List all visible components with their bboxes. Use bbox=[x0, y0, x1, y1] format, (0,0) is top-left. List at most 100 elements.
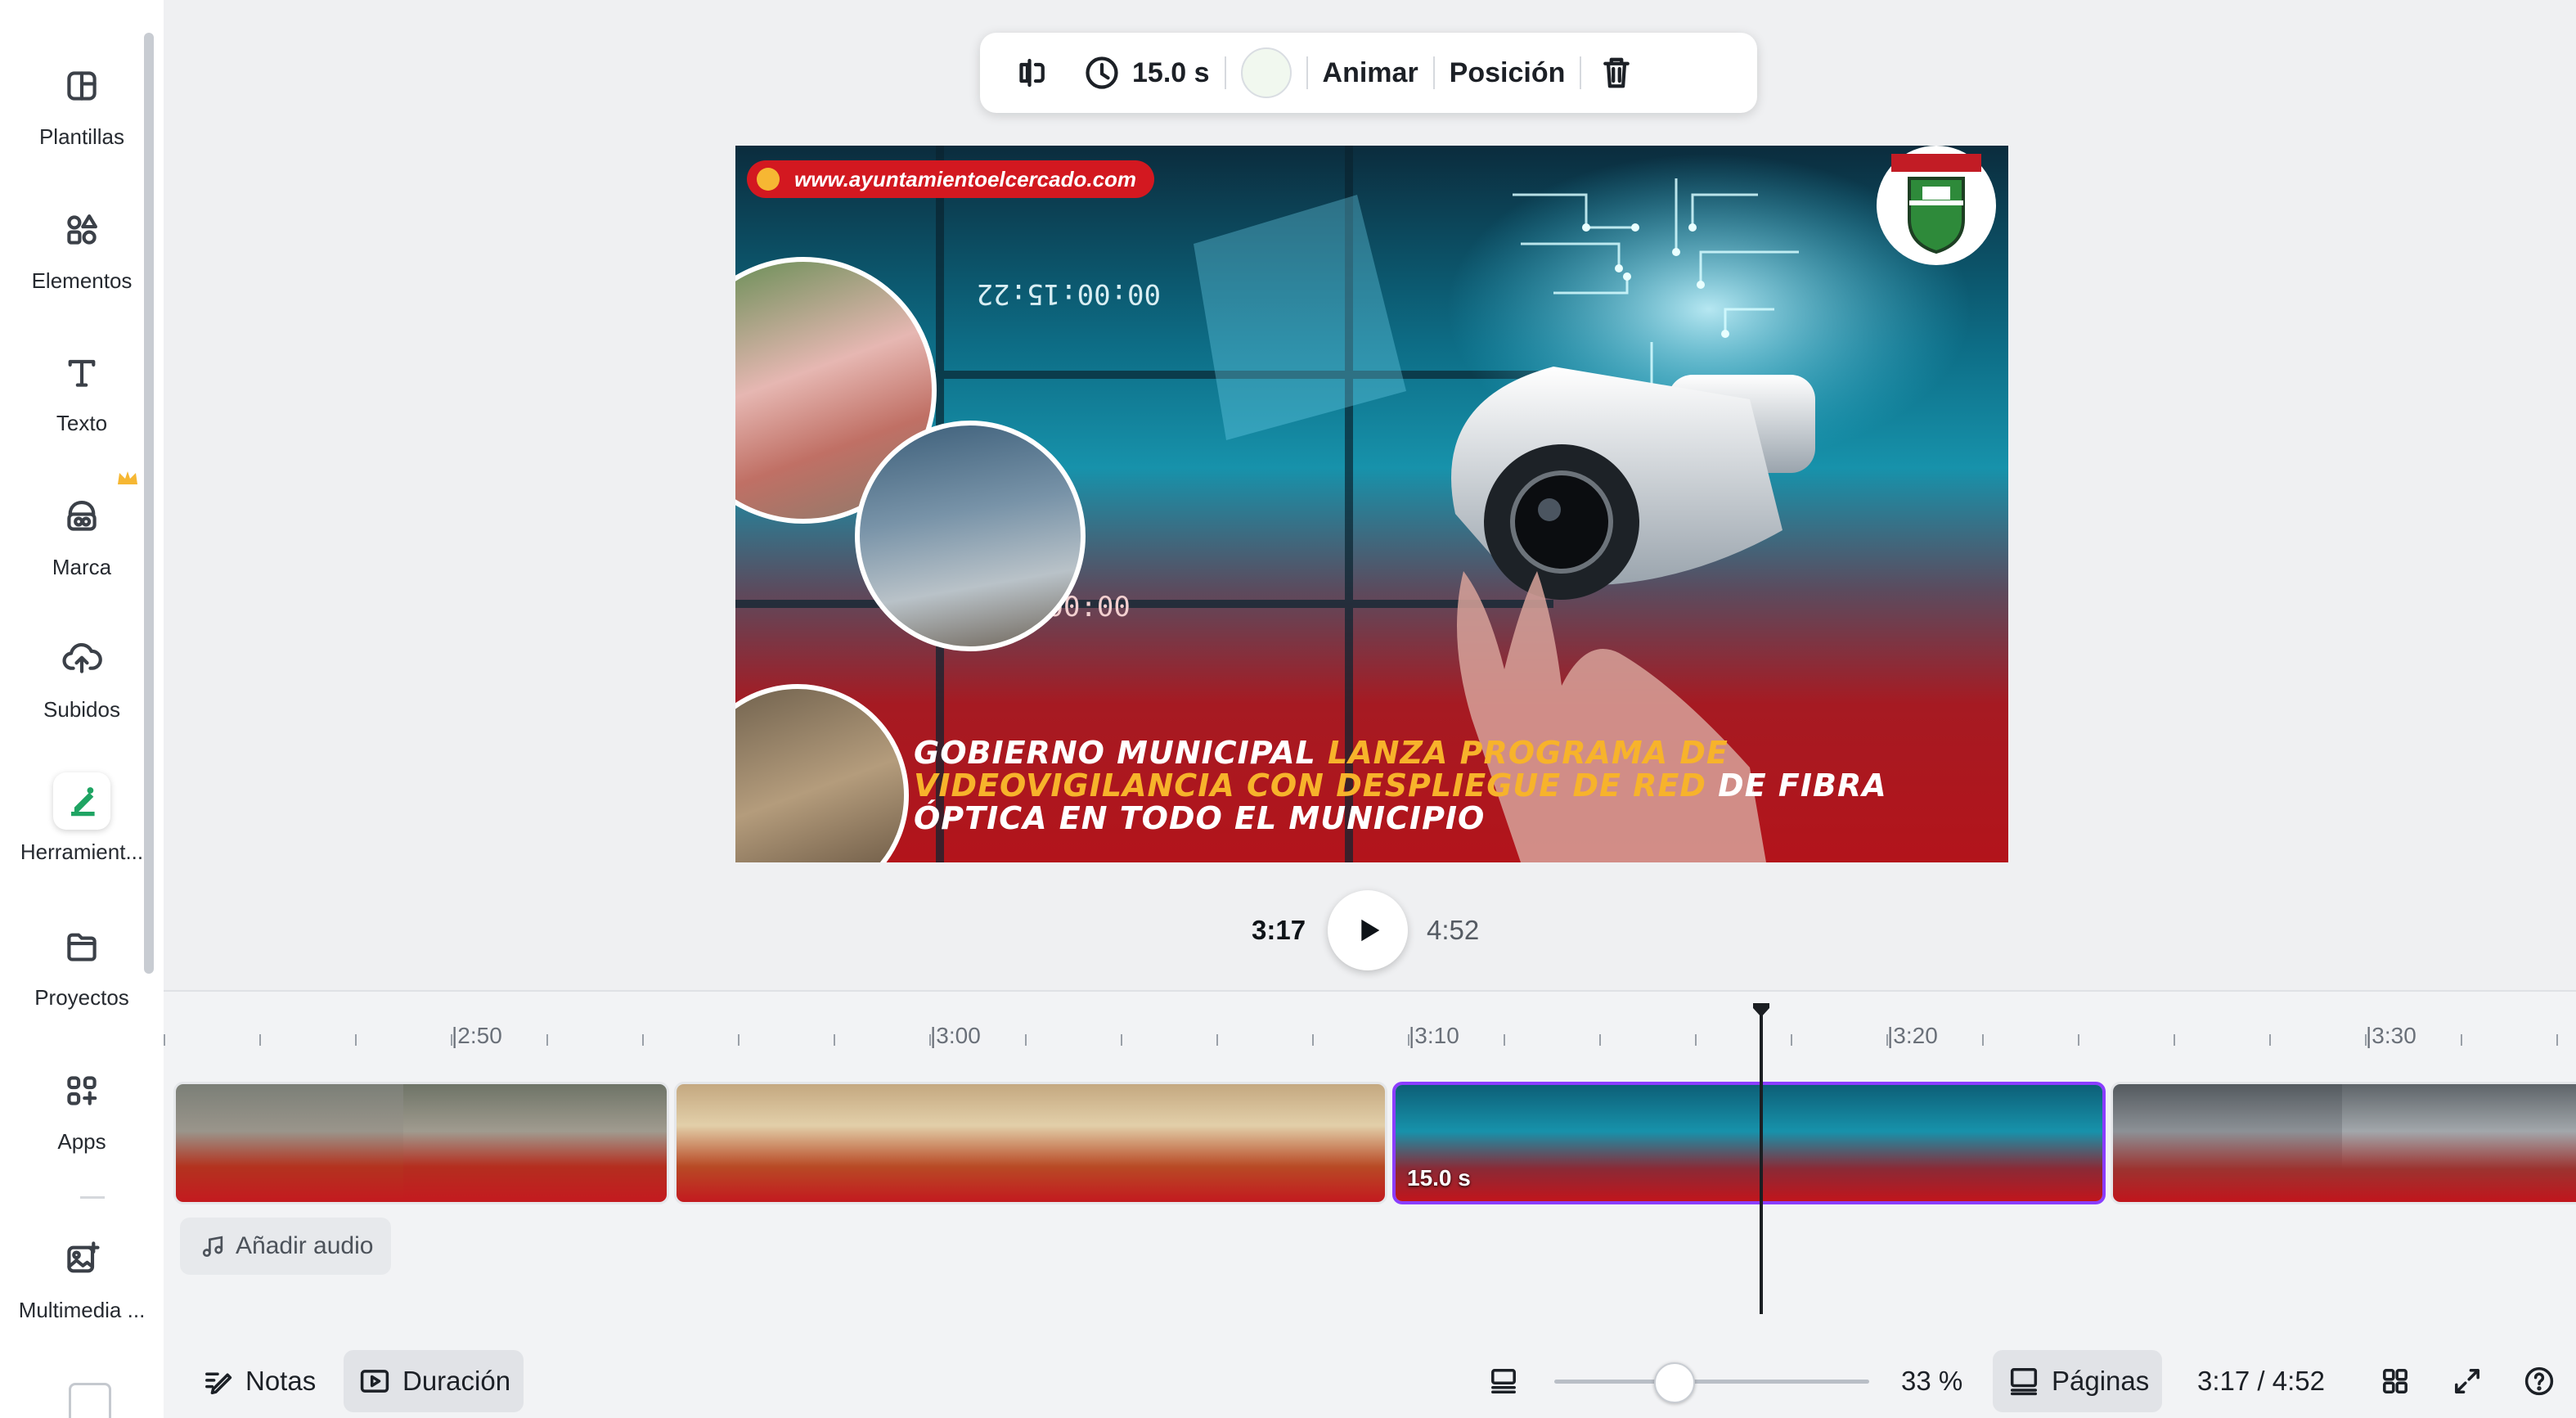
timeline-tick bbox=[546, 1034, 548, 1046]
position-button[interactable]: Posición bbox=[1435, 33, 1580, 113]
play-icon bbox=[1361, 919, 1380, 942]
screen-timestamp: 00:00:15:22 bbox=[977, 277, 1161, 310]
tools-icon bbox=[53, 772, 110, 830]
sidebar-item-label: Plantillas bbox=[38, 124, 125, 149]
clip-frame bbox=[1870, 1085, 2102, 1201]
sidebar-item-templates[interactable]: Plantillas bbox=[0, 57, 164, 180]
text-icon bbox=[53, 344, 110, 401]
animate-button[interactable]: Animar bbox=[1308, 33, 1433, 113]
timeline-tick bbox=[1312, 1034, 1314, 1046]
sidebar-item-label: Herramient... bbox=[20, 840, 144, 864]
folder-icon bbox=[53, 918, 110, 975]
sidebar-item-brand[interactable]: Marca bbox=[0, 488, 164, 610]
sidebar-item-projects[interactable]: Proyectos bbox=[0, 918, 164, 1041]
timeline-tick bbox=[1025, 1034, 1027, 1046]
design-page[interactable]: 00:00:15:22 :00:00 www.ayuntamientoelcer… bbox=[735, 146, 2008, 862]
help-button[interactable] bbox=[2508, 1350, 2570, 1412]
timeline-tick-label: |3:10 bbox=[1409, 1023, 1459, 1048]
image-icon[interactable] bbox=[69, 1383, 111, 1418]
bottom-bar: Notas Duración 33 % Páginas 3:17 / 4:52 bbox=[164, 1350, 2576, 1418]
timeline-tick bbox=[642, 1034, 644, 1046]
notes-icon bbox=[205, 1372, 232, 1395]
sidebar-item-elements[interactable]: Elementos bbox=[0, 201, 164, 324]
timeline-tick bbox=[834, 1034, 835, 1046]
clip-frame bbox=[2113, 1084, 2342, 1202]
compact-view-button[interactable] bbox=[1472, 1350, 1535, 1412]
flip-button[interactable] bbox=[996, 33, 1067, 113]
notes-label: Notas bbox=[245, 1366, 317, 1396]
timeline[interactable]: |2:50 |3:00 |3:10 |3:20 |3:30 15.0 s bbox=[164, 990, 2576, 1352]
timeline-clip[interactable] bbox=[674, 1082, 1387, 1204]
zoom-slider-knob[interactable] bbox=[1654, 1362, 1695, 1403]
web-icon bbox=[757, 168, 780, 191]
photo-equipment bbox=[855, 421, 1086, 651]
clip-frame bbox=[403, 1084, 667, 1202]
left-sidebar: Plantillas Elementos Texto Marca Subidos… bbox=[0, 0, 164, 1418]
timeline-tick bbox=[1504, 1034, 1505, 1046]
playhead[interactable] bbox=[1760, 1008, 1763, 1314]
timeline-clip[interactable] bbox=[173, 1082, 669, 1204]
timeline-tick bbox=[2078, 1034, 2079, 1046]
url-text: www.ayuntamientoelcercado.com bbox=[794, 167, 1137, 191]
time-readout: 3:17 / 4:52 bbox=[2197, 1366, 2325, 1396]
upload-cloud-icon bbox=[53, 630, 110, 687]
timeline-tick bbox=[2269, 1034, 2271, 1046]
music-note-icon bbox=[202, 1236, 223, 1258]
duration-button[interactable]: 15.0 s bbox=[1067, 33, 1225, 113]
sidebar-item-label: Subidos bbox=[43, 697, 120, 722]
element-toolbar: 15.0 s Animar Posición bbox=[980, 33, 1757, 113]
timeline-tick-label: |3:20 bbox=[1887, 1023, 1938, 1048]
brand-icon bbox=[53, 488, 110, 545]
clip-duration-label: 15.0 s bbox=[1407, 1165, 1471, 1191]
sidebar-item-label: Proyectos bbox=[34, 985, 129, 1010]
pages-button[interactable]: Páginas bbox=[1993, 1350, 2163, 1412]
fullscreen-button[interactable] bbox=[2436, 1350, 2498, 1412]
color-button[interactable] bbox=[1226, 33, 1306, 113]
clock-icon bbox=[1086, 56, 1118, 89]
play-button[interactable] bbox=[1328, 890, 1408, 970]
grid-view-button[interactable] bbox=[2364, 1350, 2426, 1412]
sidebar-item-label: Elementos bbox=[31, 268, 133, 293]
add-audio-label: Añadir audio bbox=[236, 1232, 374, 1259]
sidebar-item-uploads[interactable]: Subidos bbox=[0, 630, 164, 753]
timeline-tick bbox=[929, 1034, 931, 1046]
delete-button[interactable] bbox=[1581, 33, 1652, 113]
timeline-tick bbox=[1408, 1034, 1409, 1046]
duration-toggle-button[interactable]: Duración bbox=[344, 1350, 524, 1412]
timeline-tick bbox=[259, 1034, 261, 1046]
timeline-clip-selected[interactable]: 15.0 s bbox=[1392, 1082, 2106, 1204]
sidebar-item-label: Texto bbox=[56, 411, 108, 435]
pages-label: Páginas bbox=[2052, 1366, 2150, 1396]
sidebar-item-label: Apps bbox=[57, 1129, 106, 1154]
duration-value: 15.0 s bbox=[1132, 56, 1210, 88]
zoom-percent[interactable]: 33 % bbox=[1888, 1350, 1976, 1412]
timeline-tick bbox=[2461, 1034, 2462, 1046]
clip-frame bbox=[176, 1084, 403, 1202]
notes-button[interactable]: Notas bbox=[187, 1350, 329, 1412]
zoom-slider-track[interactable] bbox=[1554, 1380, 1869, 1384]
timeline-clip[interactable] bbox=[2111, 1082, 2576, 1204]
timeline-tick bbox=[2174, 1034, 2175, 1046]
sidebar-item-label: Multimedia ... bbox=[18, 1298, 146, 1322]
timeline-tick-label: |3:00 bbox=[930, 1023, 981, 1048]
flip-icon bbox=[1019, 58, 1045, 88]
headline-part-white: GOBIERNO MUNICIPAL bbox=[914, 735, 1328, 771]
clip-frame bbox=[2342, 1084, 2576, 1202]
timeline-tick bbox=[2556, 1034, 2558, 1046]
templates-icon bbox=[53, 57, 110, 115]
clip-frame bbox=[1151, 1084, 1385, 1202]
clip-frame bbox=[914, 1084, 1151, 1202]
elements-icon bbox=[53, 201, 110, 259]
trash-icon bbox=[1603, 57, 1630, 88]
add-audio-button[interactable]: Añadir audio bbox=[180, 1218, 392, 1275]
timeline-icon bbox=[360, 1370, 389, 1393]
sidebar-item-tools[interactable]: Herramient... bbox=[0, 772, 164, 895]
timeline-tick bbox=[738, 1034, 740, 1046]
headline: GOBIERNO MUNICIPAL LANZA PROGRAMA DE VID… bbox=[914, 736, 1977, 835]
timeline-tick bbox=[1216, 1034, 1218, 1046]
sidebar-item-media[interactable]: Multimedia ... bbox=[0, 1231, 164, 1353]
sidebar-item-text[interactable]: Texto bbox=[0, 344, 164, 466]
pages-icon bbox=[2010, 1367, 2038, 1396]
media-icon bbox=[53, 1231, 110, 1288]
sidebar-item-apps[interactable]: Apps bbox=[0, 1062, 164, 1185]
